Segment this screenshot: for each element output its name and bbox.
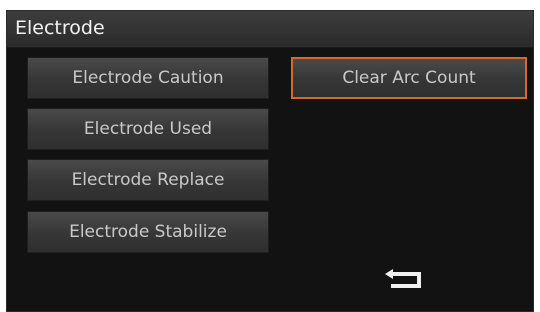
page-title: Electrode	[15, 17, 105, 39]
title-bar: Electrode	[7, 11, 533, 48]
electrode-replace-button[interactable]: Electrode Replace	[27, 159, 269, 201]
return-arrow-icon	[385, 269, 421, 288]
electrode-screen: Electrode Electrode Caution Electrode Us…	[6, 10, 534, 312]
electrode-used-button[interactable]: Electrode Used	[27, 108, 269, 150]
electrode-caution-button[interactable]: Electrode Caution	[27, 57, 269, 99]
clear-arc-count-button[interactable]: Clear Arc Count	[291, 57, 527, 99]
electrode-stabilize-button[interactable]: Electrode Stabilize	[27, 211, 269, 253]
back-button[interactable]	[379, 263, 435, 295]
cropped-caption-strip	[0, 0, 540, 10]
